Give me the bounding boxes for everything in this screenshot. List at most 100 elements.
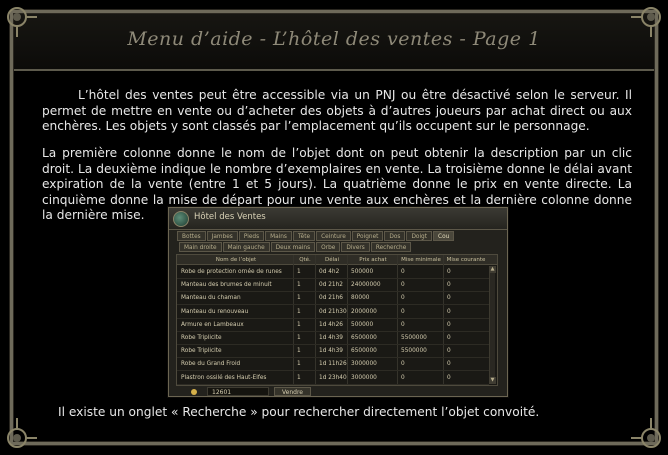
scroll-up-icon[interactable]: ▲ [489,266,496,273]
table-cell: 1 [297,269,301,275]
table-cell: 0d 21h6 [319,295,343,302]
scroll-down-icon[interactable]: ▼ [489,377,496,384]
table-cell: 80000 [351,295,370,302]
table-cell: Robe Triplicite [181,335,222,341]
table-row[interactable]: Robe Triplicite 1 1d 4h39 6500000 5500000 0 [177,345,489,359]
table-cell: 0 [401,361,405,368]
table-cell: 24000000 [351,282,381,289]
table-cell: 3000000 [351,361,377,368]
table-row[interactable]: Robe Triplicite 1 1d 4h39 6500000 5500000 0 [177,332,489,345]
table-cell: 0 [401,308,405,315]
tab-category-9[interactable]: Cou [433,231,455,241]
tab-category2-5[interactable]: Recherche [370,242,412,252]
table-cell: 3000000 [351,374,377,381]
auction-house-icon [173,211,189,227]
table-cell: 0 [401,374,405,381]
table-cell: 0 [447,361,451,368]
auction-house-window: Hôtel des Ventes Bottes Jambes Pieds Mains T… [168,207,508,397]
page-title: Menu d’aide - L’hôtel des ventes - Page … [127,28,541,50]
coin-icon [191,388,197,395]
table-cell: 0 [401,321,405,328]
table-cell: 0 [447,282,451,289]
auction-window-title: Hôtel des Ventes [194,212,266,222]
money-amount: 12601 [207,387,269,396]
tab-category2-3[interactable]: Orbe [316,242,341,252]
column-header[interactable]: Mise minimale [399,255,443,265]
table-cell: 1 [297,361,301,368]
tab-category-1[interactable]: Jambes [206,231,238,241]
table-cell: 1d 11h26 [319,361,347,368]
table-cell: 500000 [351,321,374,328]
table-cell: Plastron ossilé des Haut-Elfes [181,374,267,381]
table-cell: Robe du Grand Froid [181,361,241,368]
table-cell: 5500000 [401,348,427,355]
table-cell: Manteau des brumes de minuit [181,282,272,289]
table-cell: 0d 4h2 [319,269,340,275]
tab-category-3[interactable]: Mains [265,231,292,241]
table-cell: 1 [297,308,301,315]
table-cell: 500000 [351,269,374,275]
tab-category2-1[interactable]: Main gauche [222,242,270,252]
tab-category-7[interactable]: Dos [384,231,406,241]
table-cell: 0 [401,295,405,302]
tab-category-5[interactable]: Ceinture [316,231,351,241]
table-cell: Armure en Lambeaux [181,321,244,328]
tab-category-4[interactable]: Tête [292,231,316,241]
table-row[interactable]: Manteau du chaman 1 0d 21h6 80000 0 0 [177,292,489,306]
table-row[interactable]: Plastron ossilé des Haut-Elfes 1 1d 23h40 3… [177,372,489,385]
table-cell: 0 [447,308,451,315]
table-row[interactable]: Robe de protection ornée de runes 1 0d 4h2… [177,266,489,279]
tab-category-8[interactable]: Doigt [406,231,433,241]
category-tabs-row2: Main droite Main gauche Deux mains Orbe Dive… [179,242,412,252]
tab-category2-2[interactable]: Deux mains [270,242,316,252]
column-header[interactable]: Délai [317,255,347,265]
tab-category-6[interactable]: Poignet [351,231,384,241]
table-cell: 0 [447,374,451,381]
table-cell: 0 [447,335,451,341]
corner-ornament-icon [630,417,664,451]
table-cell: 1 [297,321,301,328]
category-tabs-row1: Bottes Jambes Pieds Mains Tête Ceinture Poigne… [177,231,455,241]
table-cell: 0 [401,269,405,275]
table-cell: 0d 21h30 [319,308,347,315]
column-header[interactable]: Nom de l’objet [179,255,293,265]
table-cell: 0 [401,282,405,289]
table-cell: 1d 4h39 [319,348,343,355]
tab-category-2[interactable]: Pieds [238,231,265,241]
table-cell: 0 [447,321,451,328]
table-cell: 6500000 [351,348,377,355]
column-header[interactable]: Mise courante [445,255,487,265]
table-header: Nom de l’objet Qté. Délai Prix achat Mise mi… [177,255,497,265]
search-tab-note: Il existe un onglet « Recherche » pour r… [58,405,540,419]
table-scrollbar[interactable]: ▲ ▼ [489,266,496,384]
item-table: Nom de l’objet Qté. Délai Prix achat Mise mi… [176,254,498,386]
column-header[interactable]: Prix achat [349,255,397,265]
table-row[interactable]: Manteau des brumes de minuit 1 0d 21h2 2400… [177,279,489,293]
intro-paragraph: L’hôtel des ventes peut être accessible … [42,88,632,134]
table-cell: 0 [447,269,451,275]
table-cell: 0d 21h2 [319,282,343,289]
table-cell: 6500000 [351,335,377,341]
corner-ornament-icon [4,417,38,451]
table-row[interactable]: Manteau du renouveau 1 0d 21h30 2000000 0 0 [177,306,489,319]
table-cell: 2000000 [351,308,377,315]
sell-button[interactable]: Vendre [274,387,311,396]
table-cell: Robe Triplicite [181,348,222,355]
table-cell: 0 [447,295,451,302]
table-cell: 1d 23h40 [319,374,347,381]
table-cell: Manteau du chaman [181,295,241,302]
table-row[interactable]: Robe du Grand Froid 1 1d 11h26 3000000 0 0 [177,358,489,372]
table-cell: 1 [297,348,301,355]
table-cell: 1d 4h26 [319,321,343,328]
table-cell: 1 [297,282,301,289]
tab-category2-0[interactable]: Main droite [179,242,222,252]
tab-category-0[interactable]: Bottes [177,231,206,241]
table-cell: 0 [447,348,451,355]
table-cell: 1d 4h39 [319,335,343,341]
column-header[interactable]: Qté. [295,255,315,265]
table-cell: 1 [297,335,301,341]
auction-window-header: Hôtel des Ventes [169,208,507,230]
auction-footer: 12601 Vendre [191,387,311,396]
tab-category2-4[interactable]: Divers [341,242,370,252]
table-row[interactable]: Armure en Lambeaux 1 1d 4h26 500000 0 0 [177,319,489,332]
